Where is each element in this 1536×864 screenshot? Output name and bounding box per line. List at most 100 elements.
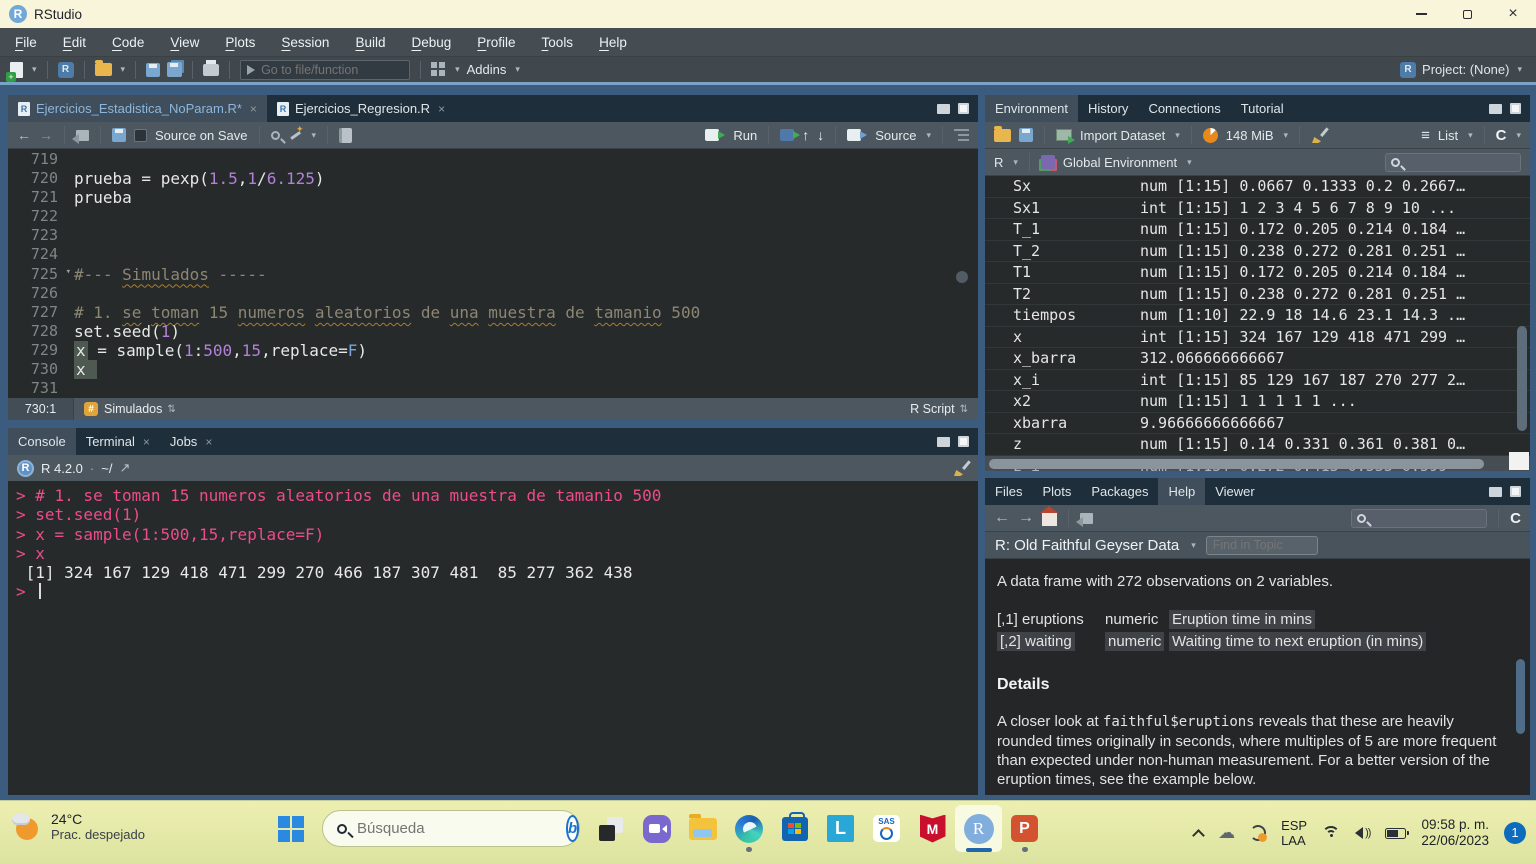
list-view-selector[interactable]: List bbox=[1438, 128, 1458, 143]
clear-console-icon[interactable] bbox=[953, 460, 969, 476]
environment-variable-row[interactable]: x_barra312.066666666667 bbox=[985, 348, 1530, 370]
chevron-down-icon[interactable]: ▾ bbox=[32, 64, 37, 75]
addins-menu[interactable]: Addins bbox=[467, 62, 507, 77]
clock[interactable]: 09:58 p. m. 22/06/2023 bbox=[1421, 817, 1489, 849]
restore-button[interactable] bbox=[1444, 0, 1490, 28]
menu-help[interactable]: Help bbox=[586, 35, 640, 50]
chevron-down-icon[interactable]: ▾ bbox=[1013, 157, 1018, 168]
help-search-box[interactable] bbox=[1351, 509, 1487, 528]
editor-scrollbar-thumb[interactable] bbox=[956, 271, 968, 283]
import-dataset-icon[interactable] bbox=[1056, 129, 1072, 141]
fold-arrow-icon[interactable]: ▾ bbox=[66, 267, 71, 277]
rstudio-taskbar-button[interactable]: R bbox=[963, 813, 994, 844]
start-button[interactable] bbox=[276, 813, 307, 844]
battery-icon[interactable] bbox=[1385, 828, 1406, 839]
tab-packages[interactable]: Packages bbox=[1081, 478, 1158, 505]
back-icon[interactable]: ← bbox=[994, 509, 1010, 527]
document-outline-icon[interactable] bbox=[954, 129, 969, 141]
taskbar-search-input[interactable] bbox=[357, 820, 556, 837]
new-file-icon[interactable] bbox=[10, 62, 23, 78]
sync-icon[interactable] bbox=[1250, 825, 1266, 841]
tab-console[interactable]: Console bbox=[8, 428, 76, 455]
project-selector[interactable]: R Project: (None) ▾ bbox=[1400, 62, 1526, 78]
environment-variable-row[interactable]: T_1num [1:15] 0.172 0.205 0.214 0.184 … bbox=[985, 219, 1530, 241]
source-file-icon[interactable] bbox=[847, 129, 861, 141]
goto-file-input[interactable] bbox=[261, 63, 391, 77]
menu-edit[interactable]: Edit bbox=[50, 35, 99, 50]
tab-plots[interactable]: Plots bbox=[1032, 478, 1081, 505]
menu-debug[interactable]: Debug bbox=[398, 35, 464, 50]
open-file-icon[interactable] bbox=[95, 63, 112, 76]
open-directory-icon[interactable]: ↗ bbox=[119, 460, 130, 476]
import-dataset-button[interactable]: Import Dataset bbox=[1080, 128, 1165, 143]
run-button[interactable]: Run bbox=[733, 128, 757, 143]
refresh-icon[interactable]: C bbox=[1496, 127, 1507, 144]
task-view-button[interactable] bbox=[595, 813, 626, 844]
taskbar-search[interactable]: b bbox=[322, 810, 580, 847]
source-button[interactable]: Source bbox=[875, 128, 916, 143]
environment-variable-row[interactable]: x2num [1:15] 1 1 1 1 1 ... bbox=[985, 391, 1530, 413]
tab-ejercicios-estadistica-noparam-r[interactable]: REjercicios_Estadistica_NoParam.R*× bbox=[8, 95, 267, 122]
tray-expand-icon[interactable] bbox=[1192, 829, 1205, 842]
find-in-topic-input[interactable] bbox=[1213, 538, 1313, 552]
minimize-button[interactable] bbox=[1398, 0, 1444, 28]
pane-minimize-icon[interactable] bbox=[1489, 104, 1502, 114]
compile-report-icon[interactable] bbox=[339, 128, 352, 143]
close-icon[interactable]: × bbox=[438, 102, 445, 116]
panes-layout-icon[interactable] bbox=[431, 62, 446, 77]
close-button[interactable]: × bbox=[1490, 0, 1536, 28]
menu-profile[interactable]: Profile bbox=[464, 35, 528, 50]
refresh-icon[interactable]: C bbox=[1510, 510, 1521, 527]
pane-maximize-icon[interactable] bbox=[958, 436, 969, 447]
tab-tutorial[interactable]: Tutorial bbox=[1231, 95, 1294, 122]
pane-maximize-icon[interactable] bbox=[958, 103, 969, 114]
chevron-down-icon[interactable]: ▾ bbox=[1187, 157, 1192, 168]
save-icon[interactable] bbox=[112, 128, 126, 142]
edge-browser-button[interactable] bbox=[733, 813, 764, 844]
file-explorer-button[interactable] bbox=[687, 813, 718, 844]
powerpoint-button[interactable]: P bbox=[1009, 813, 1040, 844]
sas-button[interactable]: SAS bbox=[871, 813, 902, 844]
tab-ejercicios-regresion-r[interactable]: REjercicios_Regresion.R× bbox=[267, 95, 455, 122]
chevron-down-icon[interactable]: ▾ bbox=[1516, 130, 1521, 141]
environment-scope-selector[interactable]: Global Environment bbox=[1063, 155, 1177, 170]
pane-minimize-icon[interactable] bbox=[937, 104, 950, 114]
tab-environment[interactable]: Environment bbox=[985, 95, 1078, 122]
help-search-input[interactable] bbox=[1371, 511, 1481, 525]
code-tools-icon[interactable] bbox=[288, 128, 302, 142]
pane-minimize-icon[interactable] bbox=[1489, 487, 1502, 497]
working-directory[interactable]: ~/ bbox=[101, 461, 112, 476]
popout-icon[interactable] bbox=[1080, 513, 1093, 524]
menu-file[interactable]: File bbox=[2, 35, 50, 50]
resize-corner[interactable] bbox=[1509, 452, 1529, 470]
file-type-selector[interactable]: R Script bbox=[910, 402, 954, 416]
bing-icon[interactable]: b bbox=[566, 815, 579, 842]
home-icon[interactable] bbox=[1042, 513, 1057, 526]
vertical-scrollbar-thumb[interactable] bbox=[1517, 326, 1527, 431]
wifi-icon[interactable] bbox=[1322, 826, 1340, 840]
lightshot-button[interactable]: L bbox=[825, 813, 856, 844]
goto-file-box[interactable] bbox=[240, 60, 410, 80]
source-on-save-checkbox[interactable] bbox=[134, 129, 147, 142]
chevron-down-icon[interactable]: ▾ bbox=[121, 64, 126, 75]
environment-variable-row[interactable]: znum [1:15] 0.14 0.331 0.361 0.381 0… bbox=[985, 434, 1530, 456]
chevron-down-icon[interactable]: ▾ bbox=[1175, 130, 1180, 141]
tab-terminal[interactable]: Terminal× bbox=[76, 428, 160, 455]
menu-view[interactable]: View bbox=[157, 35, 212, 50]
horizontal-scrollbar[interactable] bbox=[985, 456, 1530, 471]
chevron-down-icon[interactable]: ▾ bbox=[1191, 540, 1196, 551]
tab-history[interactable]: History bbox=[1078, 95, 1138, 122]
menu-build[interactable]: Build bbox=[342, 35, 398, 50]
chat-app-button[interactable] bbox=[641, 813, 672, 844]
chevron-down-icon[interactable]: ▾ bbox=[1284, 130, 1289, 141]
chevron-down-icon[interactable]: ▾ bbox=[1468, 130, 1473, 141]
volume-icon[interactable]: )) bbox=[1355, 827, 1370, 839]
console-output[interactable]: > # 1. se toman 15 numeros aleatorios de… bbox=[8, 481, 978, 602]
chevron-down-icon[interactable]: ▾ bbox=[455, 64, 460, 75]
run-icon[interactable] bbox=[705, 129, 719, 141]
environment-variable-row[interactable]: T1num [1:15] 0.172 0.205 0.214 0.184 … bbox=[985, 262, 1530, 284]
pane-maximize-icon[interactable] bbox=[1510, 486, 1521, 497]
save-workspace-icon[interactable] bbox=[1019, 128, 1033, 142]
environment-search-input[interactable] bbox=[1405, 155, 1515, 169]
previous-chunk-icon[interactable]: ↑ bbox=[802, 127, 809, 143]
